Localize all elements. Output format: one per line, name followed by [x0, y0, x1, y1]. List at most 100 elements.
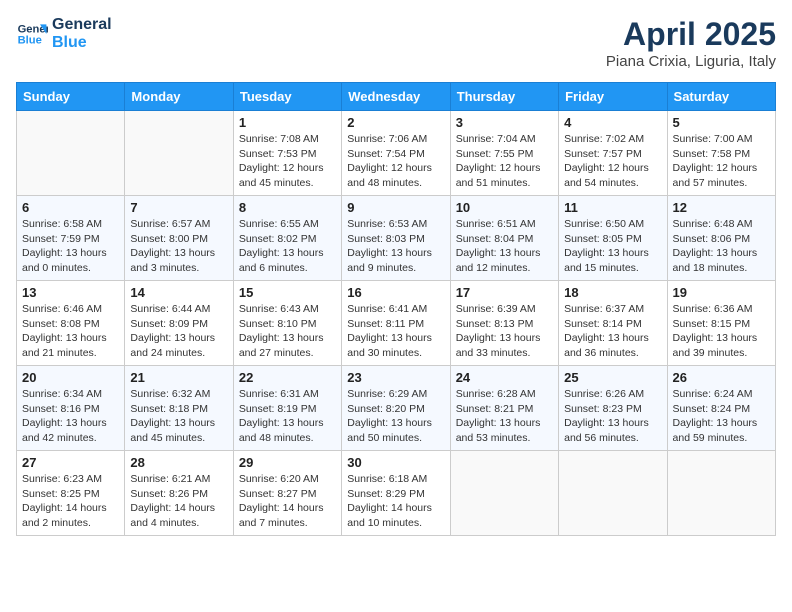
day-info: Sunrise: 6:20 AMSunset: 8:27 PMDaylight:… — [239, 472, 336, 531]
calendar-week-4: 20 Sunrise: 6:34 AMSunset: 8:16 PMDayligh… — [17, 366, 776, 451]
day-number: 19 — [673, 285, 770, 300]
calendar-cell: 16Sunrise: 6:41 AMSunset: 8:11 PMDayligh… — [342, 281, 450, 366]
column-header-sunday: Sunday — [17, 83, 125, 111]
day-info: Sunrise: 6:51 AMSunset: 8:04 PMDaylight:… — [456, 217, 553, 276]
calendar-cell: 10 Sunrise: 6:51 AMSunset: 8:04 PMDayligh… — [450, 196, 558, 281]
calendar-cell: 30 Sunrise: 6:18 AMSunset: 8:29 PMDayligh… — [342, 451, 450, 536]
calendar-cell: 4 Sunrise: 7:02 AMSunset: 7:57 PMDaylight… — [559, 111, 667, 196]
calendar-cell: 21 Sunrise: 6:32 AMSunset: 8:18 PMDayligh… — [125, 366, 233, 451]
day-number: 30 — [347, 455, 444, 470]
day-number: 4 — [564, 115, 661, 130]
column-header-friday: Friday — [559, 83, 667, 111]
calendar-cell: 18 Sunrise: 6:37 AMSunset: 8:14 PMDayligh… — [559, 281, 667, 366]
day-number: 3 — [456, 115, 553, 130]
day-info: Sunrise: 6:57 AMSunset: 8:00 PMDaylight:… — [130, 217, 227, 276]
column-header-thursday: Thursday — [450, 83, 558, 111]
calendar-cell: 24Sunrise: 6:28 AMSunset: 8:21 PMDayligh… — [450, 366, 558, 451]
day-info: Sunrise: 6:50 AMSunset: 8:05 PMDaylight:… — [564, 217, 661, 276]
day-info: Sunrise: 7:02 AMSunset: 7:57 PMDaylight:… — [564, 132, 661, 191]
month-title: April 2025 — [606, 16, 776, 53]
column-header-wednesday: Wednesday — [342, 83, 450, 111]
calendar-cell: 20 Sunrise: 6:34 AMSunset: 8:16 PMDayligh… — [17, 366, 125, 451]
calendar-cell: 1 Sunrise: 7:08 AMSunset: 7:53 PMDaylight… — [233, 111, 341, 196]
column-header-saturday: Saturday — [667, 83, 775, 111]
calendar-cell: 14Sunrise: 6:44 AMSunset: 8:09 PMDayligh… — [125, 281, 233, 366]
location-title: Piana Crixia, Liguria, Italy — [606, 53, 776, 70]
day-info: Sunrise: 6:21 AMSunset: 8:26 PMDaylight:… — [130, 472, 227, 531]
calendar-week-2: 6 Sunrise: 6:58 AMSunset: 7:59 PMDaylight… — [17, 196, 776, 281]
day-number: 26 — [673, 370, 770, 385]
day-info: Sunrise: 6:34 AMSunset: 8:16 PMDaylight:… — [22, 387, 119, 446]
calendar-cell: 2 Sunrise: 7:06 AMSunset: 7:54 PMDaylight… — [342, 111, 450, 196]
calendar-cell: 22 Sunrise: 6:31 AMSunset: 8:19 PMDayligh… — [233, 366, 341, 451]
day-info: Sunrise: 6:18 AMSunset: 8:29 PMDaylight:… — [347, 472, 444, 531]
calendar-cell: 12 Sunrise: 6:48 AMSunset: 8:06 PMDayligh… — [667, 196, 775, 281]
day-number: 1 — [239, 115, 336, 130]
calendar-cell: 6 Sunrise: 6:58 AMSunset: 7:59 PMDaylight… — [17, 196, 125, 281]
day-number: 21 — [130, 370, 227, 385]
day-number: 10 — [456, 200, 553, 215]
column-header-tuesday: Tuesday — [233, 83, 341, 111]
day-number: 9 — [347, 200, 444, 215]
logo-text-general: General — [52, 16, 112, 34]
logo-text-blue: Blue — [52, 34, 112, 52]
day-info: Sunrise: 6:43 AMSunset: 8:10 PMDaylight:… — [239, 302, 336, 361]
day-number: 7 — [130, 200, 227, 215]
calendar-header-row: SundayMondayTuesdayWednesdayThursdayFrid… — [17, 83, 776, 111]
calendar-cell: 15Sunrise: 6:43 AMSunset: 8:10 PMDayligh… — [233, 281, 341, 366]
day-number: 13 — [22, 285, 119, 300]
day-number: 27 — [22, 455, 119, 470]
calendar-cell: 9Sunrise: 6:53 AMSunset: 8:03 PMDaylight… — [342, 196, 450, 281]
page-header: General Blue General Blue April 2025 Pia… — [16, 16, 776, 70]
logo-icon: General Blue — [16, 18, 48, 50]
svg-text:Blue: Blue — [18, 34, 42, 46]
calendar-cell: 3Sunrise: 7:04 AMSunset: 7:55 PMDaylight… — [450, 111, 558, 196]
calendar-cell: 26 Sunrise: 6:24 AMSunset: 8:24 PMDayligh… — [667, 366, 775, 451]
day-info: Sunrise: 6:24 AMSunset: 8:24 PMDaylight:… — [673, 387, 770, 446]
day-info: Sunrise: 7:06 AMSunset: 7:54 PMDaylight:… — [347, 132, 444, 191]
day-number: 20 — [22, 370, 119, 385]
day-info: Sunrise: 6:32 AMSunset: 8:18 PMDaylight:… — [130, 387, 227, 446]
day-info: Sunrise: 6:41 AMSunset: 8:11 PMDaylight:… — [347, 302, 444, 361]
day-number: 11 — [564, 200, 661, 215]
day-info: Sunrise: 6:46 AMSunset: 8:08 PMDaylight:… — [22, 302, 119, 361]
calendar-table: SundayMondayTuesdayWednesdayThursdayFrid… — [16, 82, 776, 536]
calendar-cell: 17Sunrise: 6:39 AMSunset: 8:13 PMDayligh… — [450, 281, 558, 366]
calendar-cell — [559, 451, 667, 536]
day-number: 14 — [130, 285, 227, 300]
day-info: Sunrise: 6:55 AMSunset: 8:02 PMDaylight:… — [239, 217, 336, 276]
calendar-body: 1 Sunrise: 7:08 AMSunset: 7:53 PMDaylight… — [17, 111, 776, 536]
calendar-cell: 8 Sunrise: 6:55 AMSunset: 8:02 PMDaylight… — [233, 196, 341, 281]
calendar-week-1: 1 Sunrise: 7:08 AMSunset: 7:53 PMDaylight… — [17, 111, 776, 196]
calendar-cell — [17, 111, 125, 196]
day-info: Sunrise: 6:48 AMSunset: 8:06 PMDaylight:… — [673, 217, 770, 276]
day-number: 22 — [239, 370, 336, 385]
day-number: 23 — [347, 370, 444, 385]
calendar-cell: 27 Sunrise: 6:23 AMSunset: 8:25 PMDayligh… — [17, 451, 125, 536]
calendar-cell: 25Sunrise: 6:26 AMSunset: 8:23 PMDayligh… — [559, 366, 667, 451]
day-info: Sunrise: 6:23 AMSunset: 8:25 PMDaylight:… — [22, 472, 119, 531]
calendar-cell — [125, 111, 233, 196]
calendar-cell: 28Sunrise: 6:21 AMSunset: 8:26 PMDayligh… — [125, 451, 233, 536]
day-number: 6 — [22, 200, 119, 215]
day-info: Sunrise: 6:29 AMSunset: 8:20 PMDaylight:… — [347, 387, 444, 446]
day-number: 18 — [564, 285, 661, 300]
calendar-cell — [450, 451, 558, 536]
day-number: 29 — [239, 455, 336, 470]
day-number: 2 — [347, 115, 444, 130]
day-info: Sunrise: 6:28 AMSunset: 8:21 PMDaylight:… — [456, 387, 553, 446]
day-info: Sunrise: 6:31 AMSunset: 8:19 PMDaylight:… — [239, 387, 336, 446]
title-area: April 2025 Piana Crixia, Liguria, Italy — [606, 16, 776, 70]
day-info: Sunrise: 6:37 AMSunset: 8:14 PMDaylight:… — [564, 302, 661, 361]
calendar-cell: 13 Sunrise: 6:46 AMSunset: 8:08 PMDayligh… — [17, 281, 125, 366]
calendar-week-3: 13 Sunrise: 6:46 AMSunset: 8:08 PMDayligh… — [17, 281, 776, 366]
day-number: 12 — [673, 200, 770, 215]
calendar-cell: 5Sunrise: 7:00 AMSunset: 7:58 PMDaylight… — [667, 111, 775, 196]
day-info: Sunrise: 7:00 AMSunset: 7:58 PMDaylight:… — [673, 132, 770, 191]
calendar-cell — [667, 451, 775, 536]
day-info: Sunrise: 6:58 AMSunset: 7:59 PMDaylight:… — [22, 217, 119, 276]
day-info: Sunrise: 7:08 AMSunset: 7:53 PMDaylight:… — [239, 132, 336, 191]
calendar-cell: 11 Sunrise: 6:50 AMSunset: 8:05 PMDayligh… — [559, 196, 667, 281]
day-number: 8 — [239, 200, 336, 215]
column-header-monday: Monday — [125, 83, 233, 111]
